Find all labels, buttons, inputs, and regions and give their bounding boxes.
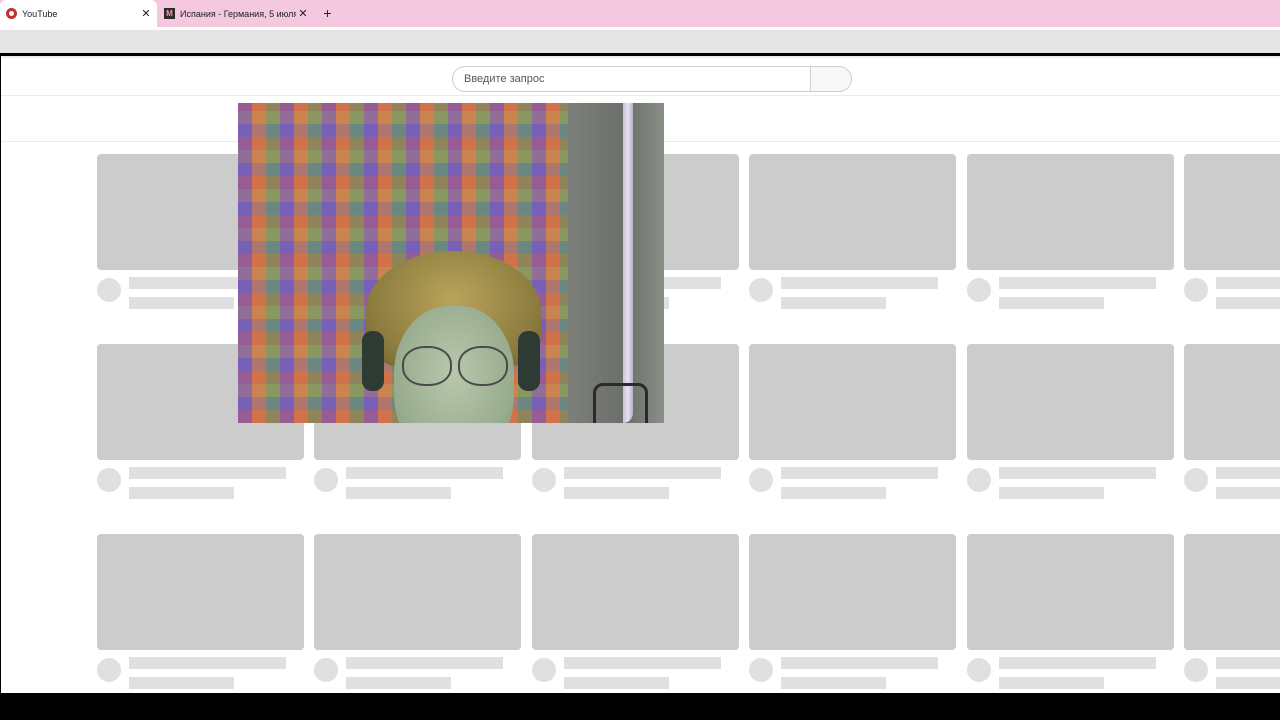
channel-avatar-skeleton: [97, 468, 121, 492]
video-title-skeleton: [564, 657, 721, 669]
browser-tab-strip: YouTube ✕ M Испания - Германия, 5 июля 2…: [0, 0, 1280, 27]
video-thumbnail-skeleton: [749, 154, 956, 270]
webcam-overlay: [238, 103, 664, 423]
video-title-skeleton: [564, 467, 721, 479]
letterbox-bar: [0, 693, 1280, 720]
video-meta-skeleton: [999, 677, 1104, 689]
video-title-skeleton: [1216, 467, 1280, 479]
close-tab-icon[interactable]: ✕: [296, 7, 310, 21]
webcam-person: [362, 251, 541, 423]
tab-title: Испания - Германия, 5 июля 2: [180, 8, 296, 19]
video-title-skeleton: [129, 467, 286, 479]
search-button[interactable]: [810, 66, 852, 92]
channel-avatar-skeleton: [97, 278, 121, 302]
channel-avatar-skeleton: [749, 658, 773, 682]
video-meta-skeleton: [129, 297, 234, 309]
video-title-skeleton: [346, 467, 503, 479]
search-input[interactable]: [452, 66, 810, 92]
channel-avatar-skeleton: [532, 658, 556, 682]
video-meta-skeleton: [346, 487, 451, 499]
video-thumbnail-skeleton: [967, 534, 1174, 650]
video-meta-skeleton: [999, 487, 1104, 499]
video-meta-skeleton: [999, 297, 1104, 309]
channel-avatar-skeleton: [749, 278, 773, 302]
video-meta-skeleton: [564, 487, 669, 499]
video-meta-skeleton: [781, 487, 886, 499]
channel-avatar-skeleton: [749, 468, 773, 492]
video-meta-skeleton: [346, 677, 451, 689]
video-meta-skeleton: [781, 297, 886, 309]
glasses-lens: [402, 346, 452, 386]
video-meta-skeleton: [1216, 297, 1280, 309]
video-title-skeleton: [1216, 657, 1280, 669]
channel-avatar-skeleton: [314, 658, 338, 682]
search-box: [452, 66, 852, 92]
video-meta-skeleton: [1216, 487, 1280, 499]
video-title-skeleton: [346, 657, 503, 669]
video-thumbnail-skeleton: [1184, 534, 1280, 650]
webcam-door: [568, 103, 664, 423]
headphones-icon: [518, 331, 540, 391]
m-favicon-icon: M: [164, 8, 175, 19]
video-meta-skeleton: [1216, 677, 1280, 689]
video-thumbnail-skeleton: [967, 154, 1174, 270]
video-thumbnail-skeleton: [97, 534, 304, 650]
tab-title: YouTube: [22, 8, 58, 19]
video-title-skeleton: [781, 657, 938, 669]
channel-avatar-skeleton: [532, 468, 556, 492]
masthead: [1, 56, 1280, 96]
channel-avatar-skeleton: [97, 658, 121, 682]
channel-avatar-skeleton: [1184, 468, 1208, 492]
channel-avatar-skeleton: [967, 658, 991, 682]
video-meta-skeleton: [129, 487, 234, 499]
video-thumbnail-skeleton: [1184, 154, 1280, 270]
channel-avatar-skeleton: [1184, 658, 1208, 682]
video-thumbnail-skeleton: [1184, 344, 1280, 460]
video-title-skeleton: [999, 277, 1156, 289]
video-thumbnail-skeleton: [749, 344, 956, 460]
video-thumbnail-skeleton: [314, 534, 521, 650]
video-title-skeleton: [781, 277, 938, 289]
video-thumbnail-skeleton: [532, 534, 739, 650]
browser-toolbar: [0, 27, 1280, 53]
tab-match[interactable]: M Испания - Германия, 5 июля 2 ✕: [158, 0, 314, 27]
video-title-skeleton: [1216, 277, 1280, 289]
video-meta-skeleton: [129, 677, 234, 689]
channel-avatar-skeleton: [1184, 278, 1208, 302]
webcam-door-edge: [623, 103, 633, 423]
channel-avatar-skeleton: [967, 468, 991, 492]
video-thumbnail-skeleton: [749, 534, 956, 650]
glasses-lens: [458, 346, 508, 386]
new-tab-plus-icon[interactable]: +: [320, 6, 335, 21]
channel-avatar-skeleton: [967, 278, 991, 302]
video-title-skeleton: [999, 657, 1156, 669]
video-title-skeleton: [781, 467, 938, 479]
webcam-chair: [593, 383, 648, 423]
channel-avatar-skeleton: [314, 468, 338, 492]
video-meta-skeleton: [564, 677, 669, 689]
video-title-skeleton: [129, 657, 286, 669]
close-tab-icon[interactable]: ✕: [139, 7, 153, 21]
youtube-favicon-icon: [6, 8, 17, 19]
video-thumbnail-skeleton: [967, 344, 1174, 460]
video-meta-skeleton: [781, 677, 886, 689]
video-title-skeleton: [999, 467, 1156, 479]
tab-youtube[interactable]: YouTube ✕: [0, 0, 157, 27]
headphones-icon: [362, 331, 384, 391]
